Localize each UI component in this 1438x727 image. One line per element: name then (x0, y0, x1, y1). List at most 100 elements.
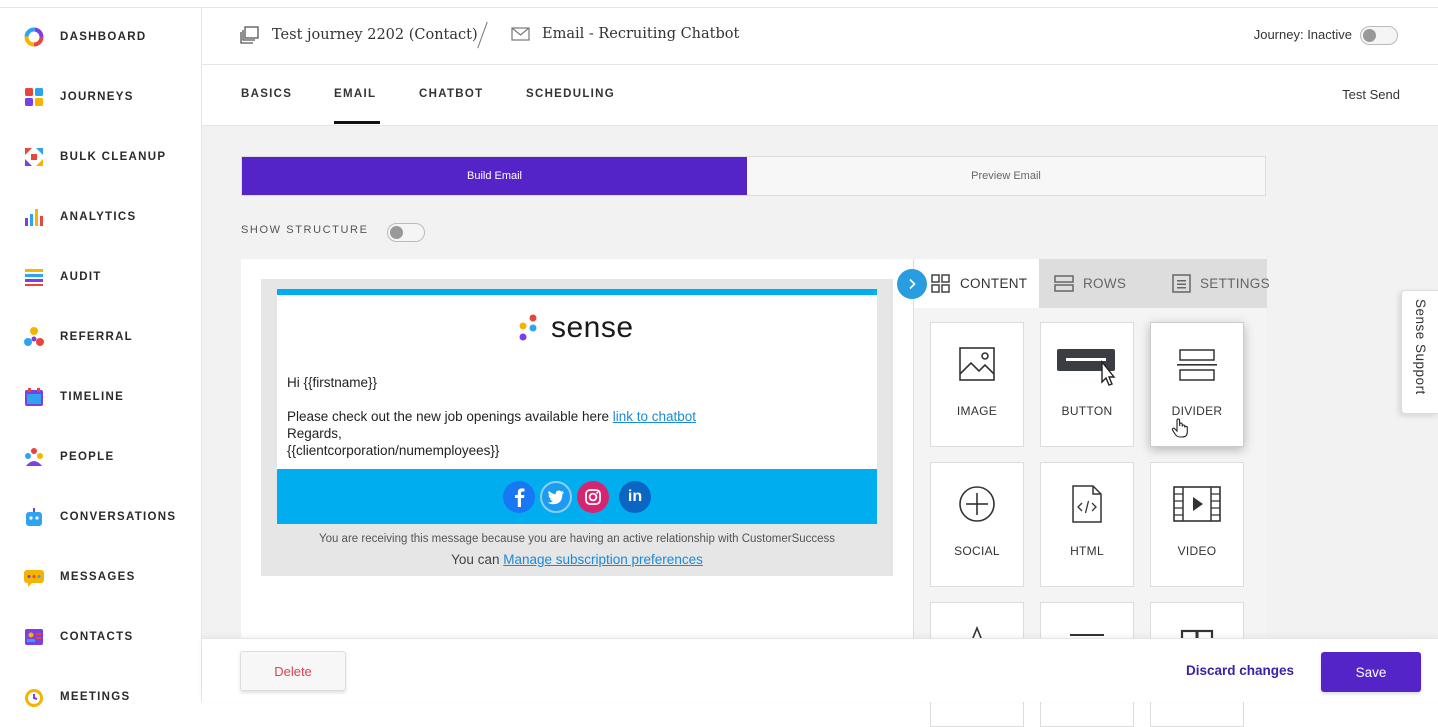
sidebar-item-label: AUDIT (60, 271, 102, 283)
sidebar-item-label: CONVERSATIONS (60, 511, 177, 523)
panel-tabs: CONTENT ROWS SETTINGS (914, 259, 1270, 308)
tile-label: HTML (1070, 544, 1104, 558)
build-email-button[interactable]: Build Email (242, 157, 747, 195)
signature: {{clientcorporation/numemployees}} (287, 443, 500, 458)
panel-tab-settings[interactable]: SETTINGS (1156, 259, 1270, 308)
tab-chatbot[interactable]: CHATBOT (419, 88, 483, 100)
tab-email[interactable]: EMAIL (334, 88, 376, 100)
tile-label: DIVIDER (1171, 404, 1223, 418)
journey-copy-icon (240, 26, 260, 44)
journey-active-toggle[interactable] (1360, 26, 1398, 45)
facebook-icon[interactable] (503, 481, 535, 513)
contacts-icon (22, 625, 46, 649)
tile-html[interactable]: HTML (1040, 462, 1134, 587)
sidebar-item-messages[interactable]: MESSAGES (22, 564, 136, 590)
breadcrumb-email[interactable]: Email - Recruiting Chatbot (511, 26, 739, 42)
bulk-cleanup-icon (22, 145, 46, 169)
journey-status-label: Journey: Inactive (1253, 27, 1352, 42)
button-icon (1041, 345, 1133, 387)
manage-subscription-link[interactable]: Manage subscription preferences (503, 552, 703, 567)
conversations-bot-icon (22, 505, 46, 529)
sidebar-item-conversations[interactable]: CONVERSATIONS (22, 504, 176, 530)
panel-tab-content[interactable]: CONTENT (914, 259, 1039, 308)
sidebar-item-label: PEOPLE (60, 451, 115, 463)
sidebar-item-label: BULK CLEANUP (60, 151, 167, 163)
twitter-icon[interactable] (540, 481, 572, 513)
content-panel: CONTENT ROWS SETTINGS IMAGE BUTTON DIVID… (913, 259, 1270, 727)
sidebar-item-label: MESSAGES (60, 571, 136, 583)
logo-text: sense (551, 311, 634, 344)
breadcrumb-separator (477, 21, 488, 49)
sidebar-item-journeys[interactable]: JOURNEYS (22, 84, 134, 110)
tile-button[interactable]: BUTTON (1040, 322, 1134, 447)
analytics-bars-icon (22, 205, 46, 229)
sidebar-item-label: DASHBOARD (60, 31, 147, 43)
email-canvas: sense Hi {{firstname}} Please check out … (261, 279, 893, 576)
email-accent-bar (277, 289, 877, 295)
footer-subscription: You can Manage subscription preferences (451, 552, 703, 567)
sidebar-item-label: ANALYTICS (60, 211, 137, 223)
tile-divider[interactable]: DIVIDER (1150, 322, 1244, 447)
sidebar-item-people[interactable]: PEOPLE (22, 444, 114, 470)
sidebar-item-bulk-cleanup[interactable]: BULK CLEANUP (22, 144, 166, 170)
chevron-right-icon (909, 278, 916, 290)
tab-basics[interactable]: BASICS (241, 88, 292, 100)
active-tab-indicator (334, 121, 380, 124)
test-send-link[interactable]: Test Send (1342, 87, 1400, 102)
messages-icon (22, 565, 46, 589)
tile-label: VIDEO (1177, 544, 1217, 558)
sidebar-item-label: REFERRAL (60, 331, 134, 343)
action-footer: Delete Discard changes Save (202, 638, 1438, 702)
dashboard-ring-icon (22, 25, 46, 49)
tile-video[interactable]: VIDEO (1150, 462, 1244, 587)
html-file-icon (1041, 485, 1133, 523)
save-button[interactable]: Save (1321, 652, 1421, 692)
people-icon (22, 445, 46, 469)
toggle-knob (1363, 29, 1376, 42)
chatbot-link[interactable]: link to chatbot (613, 409, 696, 424)
panel-tab-rows[interactable]: ROWS (1054, 259, 1154, 308)
breadcrumb-journey[interactable]: Test journey 2202 (Contact) (240, 26, 478, 44)
collapse-panel-button[interactable] (897, 269, 927, 299)
sense-support-label: Sense Support (1413, 299, 1428, 395)
envelope-icon (511, 27, 530, 41)
social-plus-icon (931, 485, 1023, 523)
instagram-icon[interactable] (577, 481, 609, 513)
email-builder-area: Build Email Preview Email SHOW STRUCTURE… (202, 126, 1438, 727)
delete-button[interactable]: Delete (240, 651, 346, 691)
sense-logo: sense (517, 311, 634, 345)
sense-dots-icon (519, 314, 537, 341)
settings-list-icon (1172, 274, 1191, 293)
linkedin-icon[interactable]: in (619, 481, 651, 513)
sense-support-tab[interactable]: Sense Support (1401, 290, 1438, 414)
tile-social[interactable]: SOCIAL (930, 462, 1024, 587)
sidebar-item-label: JOURNEYS (60, 91, 134, 103)
timeline-icon (22, 385, 46, 409)
tile-image[interactable]: IMAGE (930, 322, 1024, 447)
show-structure-toggle[interactable] (387, 223, 425, 242)
tab-scheduling[interactable]: SCHEDULING (526, 88, 615, 100)
tile-label: BUTTON (1061, 404, 1113, 418)
sidebar-item-dashboard[interactable]: DASHBOARD (22, 24, 146, 50)
sidebar-item-label: CONTACTS (60, 631, 134, 643)
regards: Regards, (287, 426, 342, 441)
audit-list-icon (22, 265, 46, 289)
sidebar-item-meetings[interactable]: MEETINGS (22, 684, 130, 710)
sidebar-item-analytics[interactable]: ANALYTICS (22, 204, 136, 230)
window-top-edge (0, 0, 1438, 8)
discard-changes-button[interactable]: Discard changes (1186, 663, 1294, 678)
preview-email-button[interactable]: Preview Email (747, 157, 1265, 195)
sidebar-item-audit[interactable]: AUDIT (22, 264, 102, 290)
email-name: Email - Recruiting Chatbot (542, 26, 740, 42)
email-content-block[interactable]: sense Hi {{firstname}} Please check out … (277, 289, 877, 524)
email-body-text: Hi {{firstname}} Please check out the ne… (287, 374, 696, 459)
journey-name: Test journey 2202 (Contact) (272, 27, 478, 43)
show-structure-label: SHOW STRUCTURE (241, 224, 369, 236)
meetings-clock-icon (22, 685, 46, 709)
sidebar-item-referral[interactable]: REFERRAL (22, 324, 133, 350)
hand-cursor-icon (1171, 418, 1188, 438)
sidebar-item-contacts[interactable]: CONTACTS (22, 624, 133, 650)
sidebar-item-label: MEETINGS (60, 691, 131, 703)
sidebar-item-timeline[interactable]: TIMELINE (22, 384, 124, 410)
referral-icon (22, 325, 46, 349)
